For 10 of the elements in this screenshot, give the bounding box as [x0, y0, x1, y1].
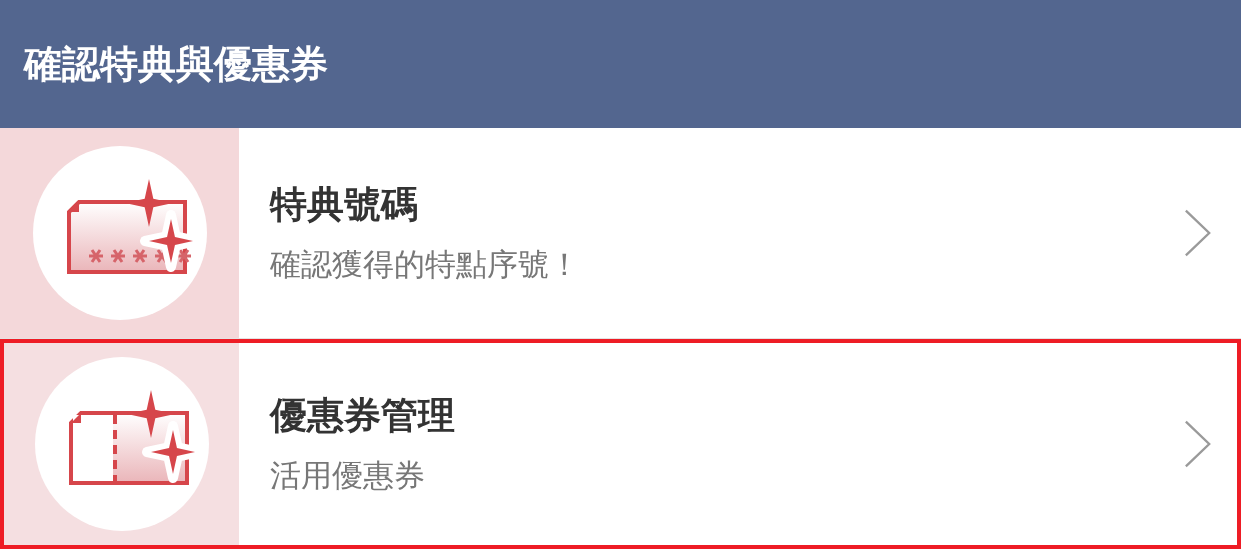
- menu-item[interactable]: 優惠券管理 活用優惠券: [0, 338, 1241, 549]
- item-title: 優惠券管理: [270, 393, 456, 439]
- item-title: 特典號碼: [270, 182, 419, 228]
- chevron-right-icon: [1184, 418, 1212, 470]
- chevron-right-icon: [1184, 207, 1212, 259]
- item-description: 活用優惠券: [270, 456, 426, 495]
- item-description: 確認獲得的特點序號！: [270, 245, 581, 284]
- page-title: 確認特典與優惠券: [24, 40, 328, 88]
- sparkling-coupon-icon: [34, 357, 209, 531]
- sparkling-ticket-icon: [32, 146, 207, 320]
